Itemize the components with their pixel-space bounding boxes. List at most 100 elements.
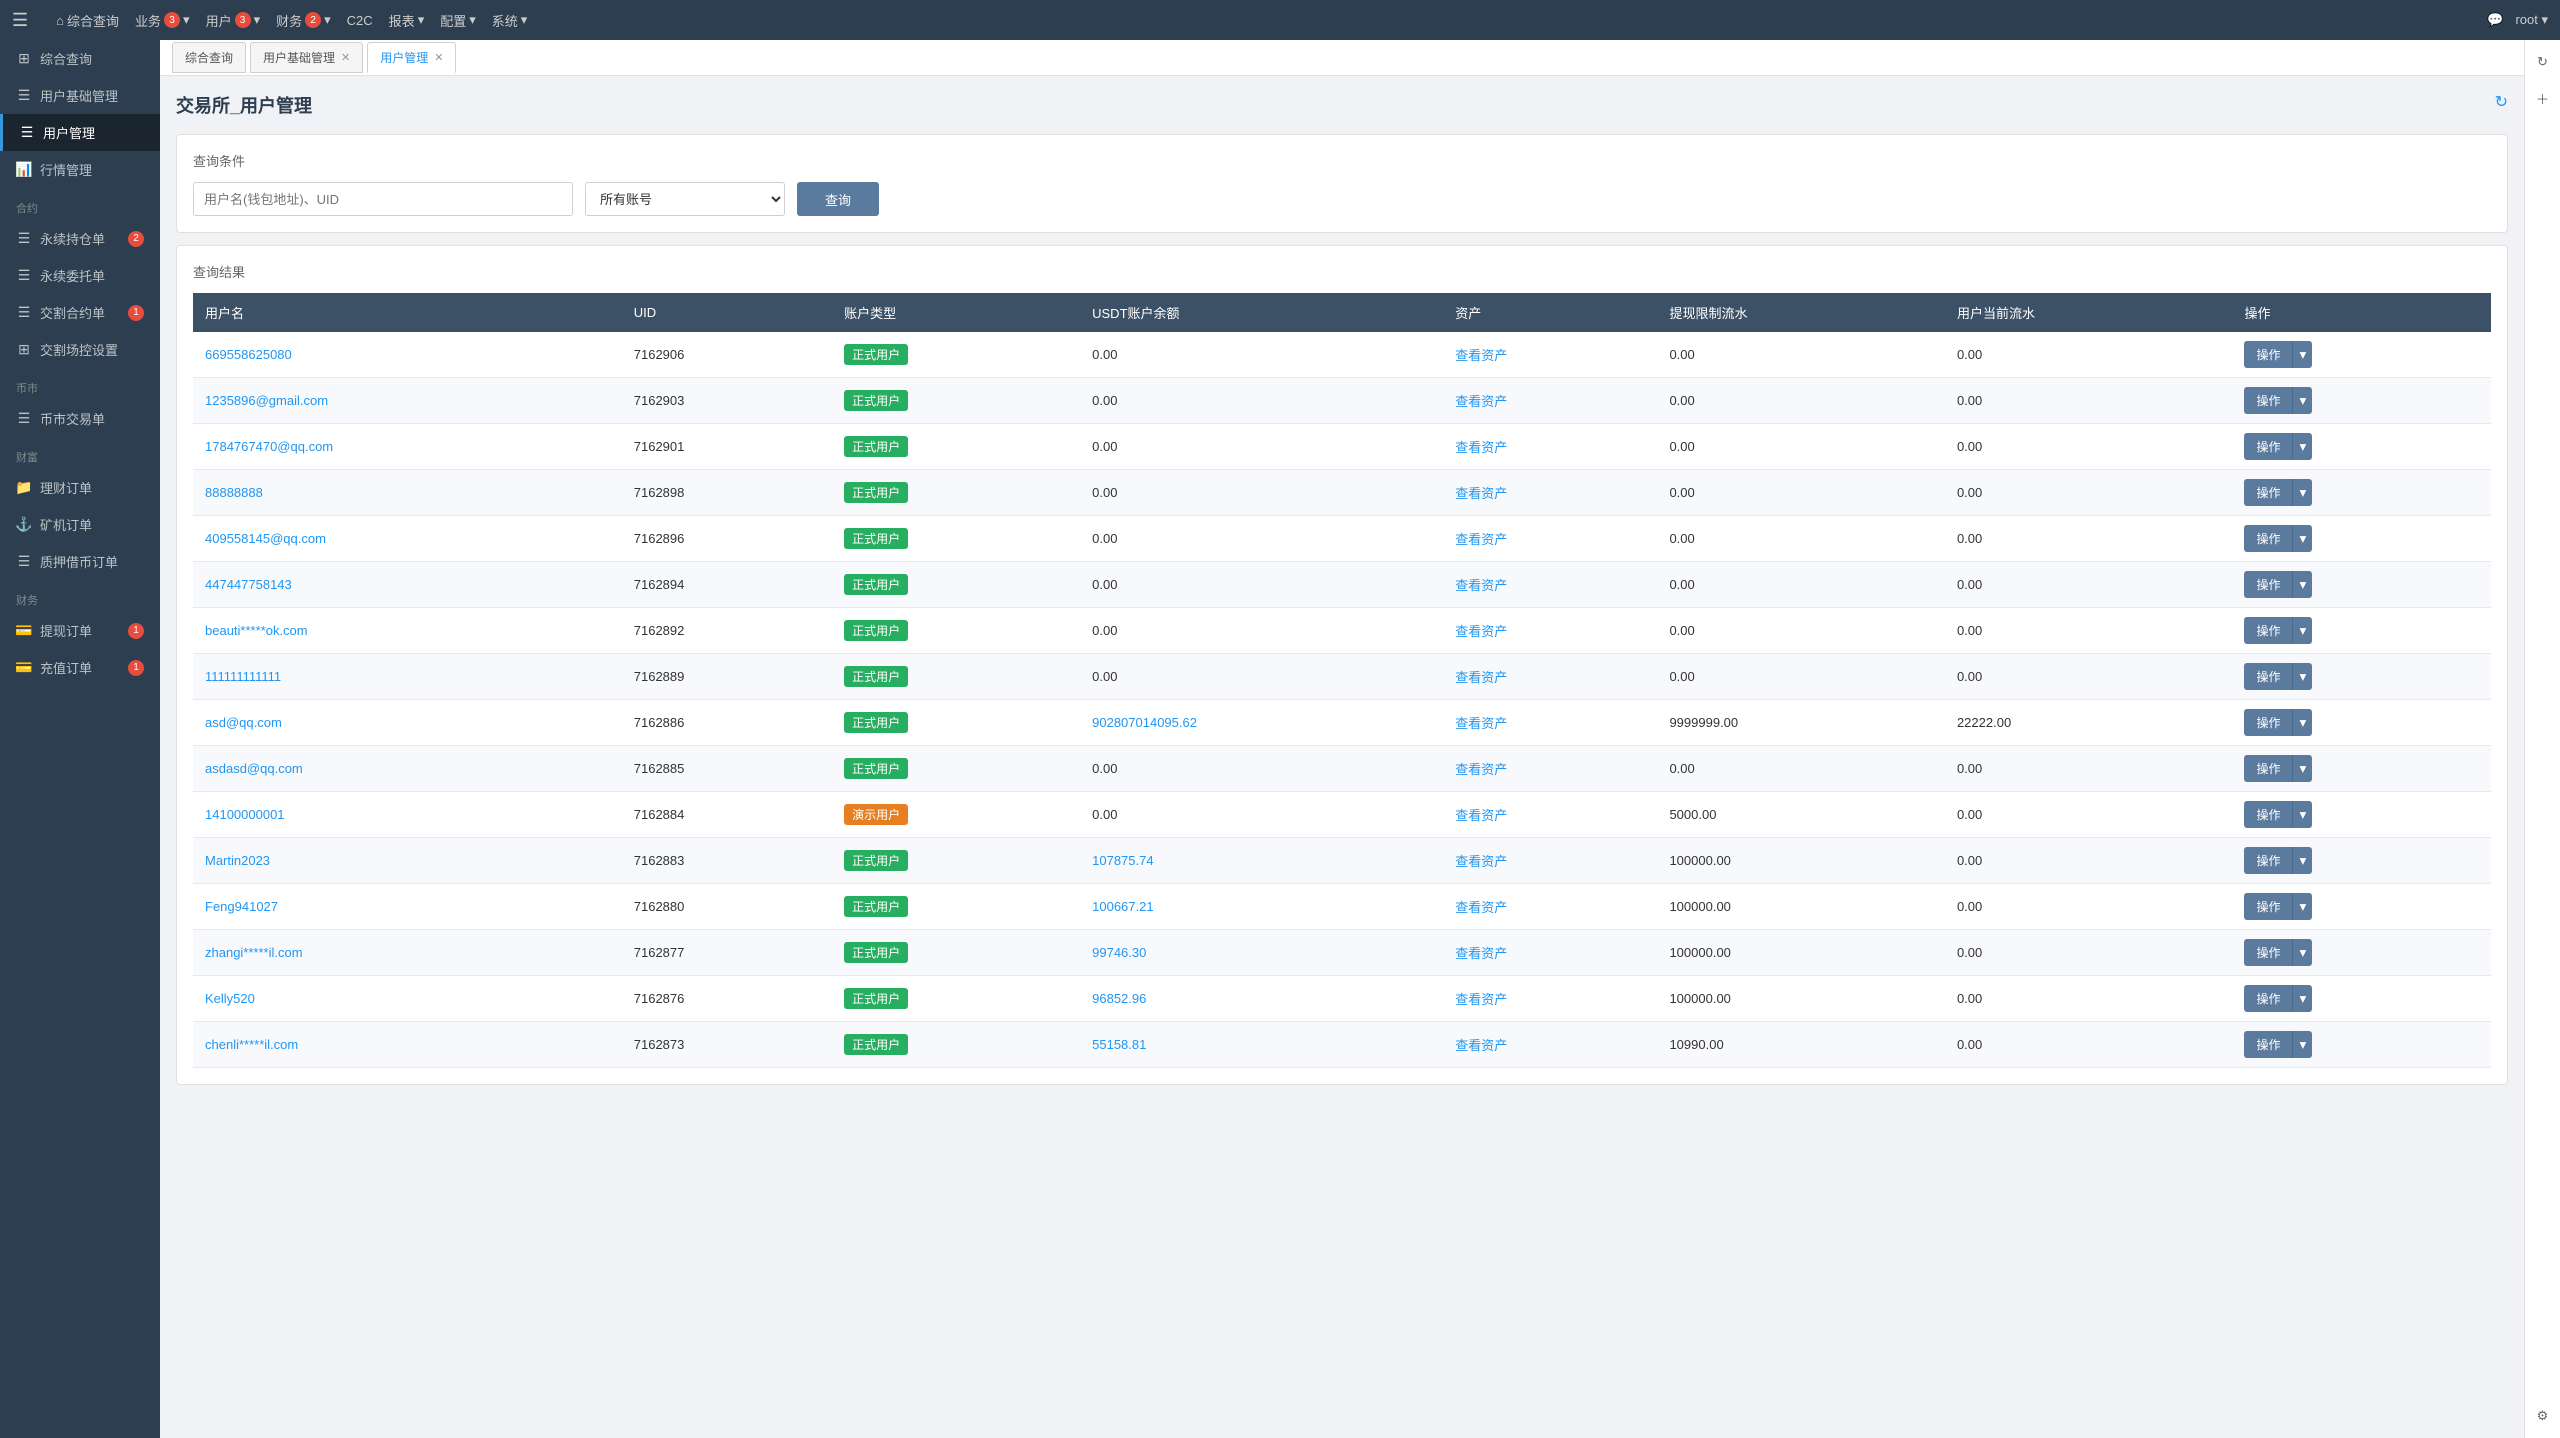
action-dropdown-button[interactable]: ▾ — [2292, 893, 2312, 920]
action-button[interactable]: 操作 — [2244, 479, 2292, 506]
asset-link[interactable]: 查看资产 — [1455, 670, 1507, 685]
action-dropdown-button[interactable]: ▾ — [2292, 709, 2312, 736]
sidebar-item-miner-order[interactable]: ⚓ 矿机订单 — [0, 506, 160, 543]
asset-link[interactable]: 查看资产 — [1455, 578, 1507, 593]
sidebar-item-coin-trade[interactable]: ☰ 币市交易单 — [0, 400, 160, 437]
asset-link[interactable]: 查看资产 — [1455, 716, 1507, 731]
username-link[interactable]: 1235896@gmail.com — [205, 393, 328, 408]
account-type-select[interactable]: 所有账号 正式用户 演示用户 — [585, 182, 785, 216]
nav-item-system[interactable]: 系统 ▾ — [492, 11, 528, 30]
sidebar-item-user-management[interactable]: ☰ 用户管理 — [0, 114, 160, 151]
action-button[interactable]: 操作 — [2244, 1031, 2292, 1058]
action-dropdown-button[interactable]: ▾ — [2292, 617, 2312, 644]
asset-link[interactable]: 查看资产 — [1455, 946, 1507, 961]
action-button[interactable]: 操作 — [2244, 433, 2292, 460]
action-button[interactable]: 操作 — [2244, 709, 2292, 736]
action-button[interactable]: 操作 — [2244, 617, 2292, 644]
asset-link[interactable]: 查看资产 — [1455, 1038, 1507, 1053]
username-link[interactable]: 111111111111 — [205, 669, 281, 684]
sidebar-item-recharge[interactable]: 💳 充值订单 1 — [0, 649, 160, 686]
sidebar-item-pledge-order[interactable]: ☰ 质押借币订单 — [0, 543, 160, 580]
action-dropdown-button[interactable]: ▾ — [2292, 801, 2312, 828]
username-link[interactable]: 14100000001 — [205, 807, 285, 822]
action-button[interactable]: 操作 — [2244, 525, 2292, 552]
action-button[interactable]: 操作 — [2244, 663, 2292, 690]
tab-close-user-basic[interactable]: ✕ — [341, 51, 350, 64]
search-button[interactable]: 查询 — [797, 182, 879, 216]
action-button[interactable]: 操作 — [2244, 755, 2292, 782]
nav-item-finance[interactable]: 财务 2 ▾ — [276, 11, 331, 30]
action-button[interactable]: 操作 — [2244, 571, 2292, 598]
sidebar-item-user-basic[interactable]: ☰ 用户基础管理 — [0, 77, 160, 114]
asset-link[interactable]: 查看资产 — [1455, 394, 1507, 409]
username-link[interactable]: asdasd@qq.com — [205, 761, 303, 776]
asset-link[interactable]: 查看资产 — [1455, 486, 1507, 501]
action-dropdown-button[interactable]: ▾ — [2292, 985, 2312, 1012]
nav-item-c2c[interactable]: C2C — [347, 13, 373, 28]
action-dropdown-button[interactable]: ▾ — [2292, 571, 2312, 598]
action-button[interactable]: 操作 — [2244, 847, 2292, 874]
tab-overview[interactable]: 综合查询 — [172, 42, 246, 73]
action-dropdown-button[interactable]: ▾ — [2292, 755, 2312, 782]
username-link[interactable]: Martin2023 — [205, 853, 270, 868]
action-dropdown-button[interactable]: ▾ — [2292, 939, 2312, 966]
action-dropdown-button[interactable]: ▾ — [2292, 847, 2312, 874]
hamburger-icon[interactable]: ☰ — [12, 10, 28, 31]
sidebar-item-perpetual-position[interactable]: ☰ 永续持仓单 2 — [0, 220, 160, 257]
username-link[interactable]: 447447758143 — [205, 577, 292, 592]
nav-item-overview[interactable]: ⌂ 综合查询 — [56, 11, 119, 30]
username-link[interactable]: 1784767470@qq.com — [205, 439, 333, 454]
action-dropdown-button[interactable]: ▾ — [2292, 479, 2312, 506]
add-panel-icon[interactable]: ＋ — [2529, 84, 2557, 112]
sidebar-item-delivery-order[interactable]: ☰ 交割合约单 1 — [0, 294, 160, 331]
action-dropdown-button[interactable]: ▾ — [2292, 663, 2312, 690]
action-button[interactable]: 操作 — [2244, 341, 2292, 368]
tab-close-user-management[interactable]: ✕ — [434, 51, 443, 64]
sidebar-item-perpetual-order[interactable]: ☰ 永续委托单 — [0, 257, 160, 294]
sidebar-item-finance-order[interactable]: 📁 理财订单 — [0, 469, 160, 506]
sidebar-item-withdraw[interactable]: 💳 提现订单 1 — [0, 612, 160, 649]
tab-user-management[interactable]: 用户管理 ✕ — [367, 42, 456, 73]
user-menu[interactable]: root ▾ — [2515, 12, 2548, 28]
asset-link[interactable]: 查看资产 — [1455, 440, 1507, 455]
username-link[interactable]: zhangi*****il.com — [205, 945, 303, 960]
action-button[interactable]: 操作 — [2244, 939, 2292, 966]
username-link[interactable]: Kelly520 — [205, 991, 255, 1006]
username-link[interactable]: 88888888 — [205, 485, 263, 500]
asset-link[interactable]: 查看资产 — [1455, 900, 1507, 915]
refresh-icon[interactable]: ↻ — [2495, 92, 2508, 112]
username-link[interactable]: asd@qq.com — [205, 715, 282, 730]
username-link[interactable]: Feng941027 — [205, 899, 278, 914]
asset-link[interactable]: 查看资产 — [1455, 992, 1507, 1007]
username-link[interactable]: 669558625080 — [205, 347, 292, 362]
action-button[interactable]: 操作 — [2244, 985, 2292, 1012]
asset-link[interactable]: 查看资产 — [1455, 808, 1507, 823]
nav-item-config[interactable]: 配置 ▾ — [440, 11, 476, 30]
chat-icon[interactable]: 💬 — [2487, 12, 2503, 28]
username-link[interactable]: chenli*****il.com — [205, 1037, 298, 1052]
sidebar-item-market[interactable]: 📊 行情管理 — [0, 151, 160, 188]
action-button[interactable]: 操作 — [2244, 893, 2292, 920]
sidebar-item-overview[interactable]: ⊞ 综合查询 — [0, 40, 160, 77]
action-dropdown-button[interactable]: ▾ — [2292, 1031, 2312, 1058]
asset-link[interactable]: 查看资产 — [1455, 854, 1507, 869]
refresh-panel-icon[interactable]: ↻ — [2529, 48, 2557, 76]
tab-user-basic[interactable]: 用户基础管理 ✕ — [250, 42, 363, 73]
nav-item-reports[interactable]: 报表 ▾ — [389, 11, 425, 30]
nav-item-users[interactable]: 用户 3 ▾ — [206, 11, 261, 30]
asset-link[interactable]: 查看资产 — [1455, 762, 1507, 777]
sidebar-item-delivery-settings[interactable]: ⊞ 交割场控设置 — [0, 331, 160, 368]
asset-link[interactable]: 查看资产 — [1455, 624, 1507, 639]
search-input[interactable] — [193, 182, 573, 216]
asset-link[interactable]: 查看资产 — [1455, 532, 1507, 547]
settings-panel-icon[interactable]: ⚙ — [2529, 1402, 2557, 1430]
action-dropdown-button[interactable]: ▾ — [2292, 433, 2312, 460]
asset-link[interactable]: 查看资产 — [1455, 348, 1507, 363]
nav-item-business[interactable]: 业务 3 ▾ — [135, 11, 190, 30]
action-dropdown-button[interactable]: ▾ — [2292, 387, 2312, 414]
action-dropdown-button[interactable]: ▾ — [2292, 525, 2312, 552]
action-dropdown-button[interactable]: ▾ — [2292, 341, 2312, 368]
action-button[interactable]: 操作 — [2244, 801, 2292, 828]
username-link[interactable]: 409558145@qq.com — [205, 531, 326, 546]
username-link[interactable]: beauti*****ok.com — [205, 623, 308, 638]
